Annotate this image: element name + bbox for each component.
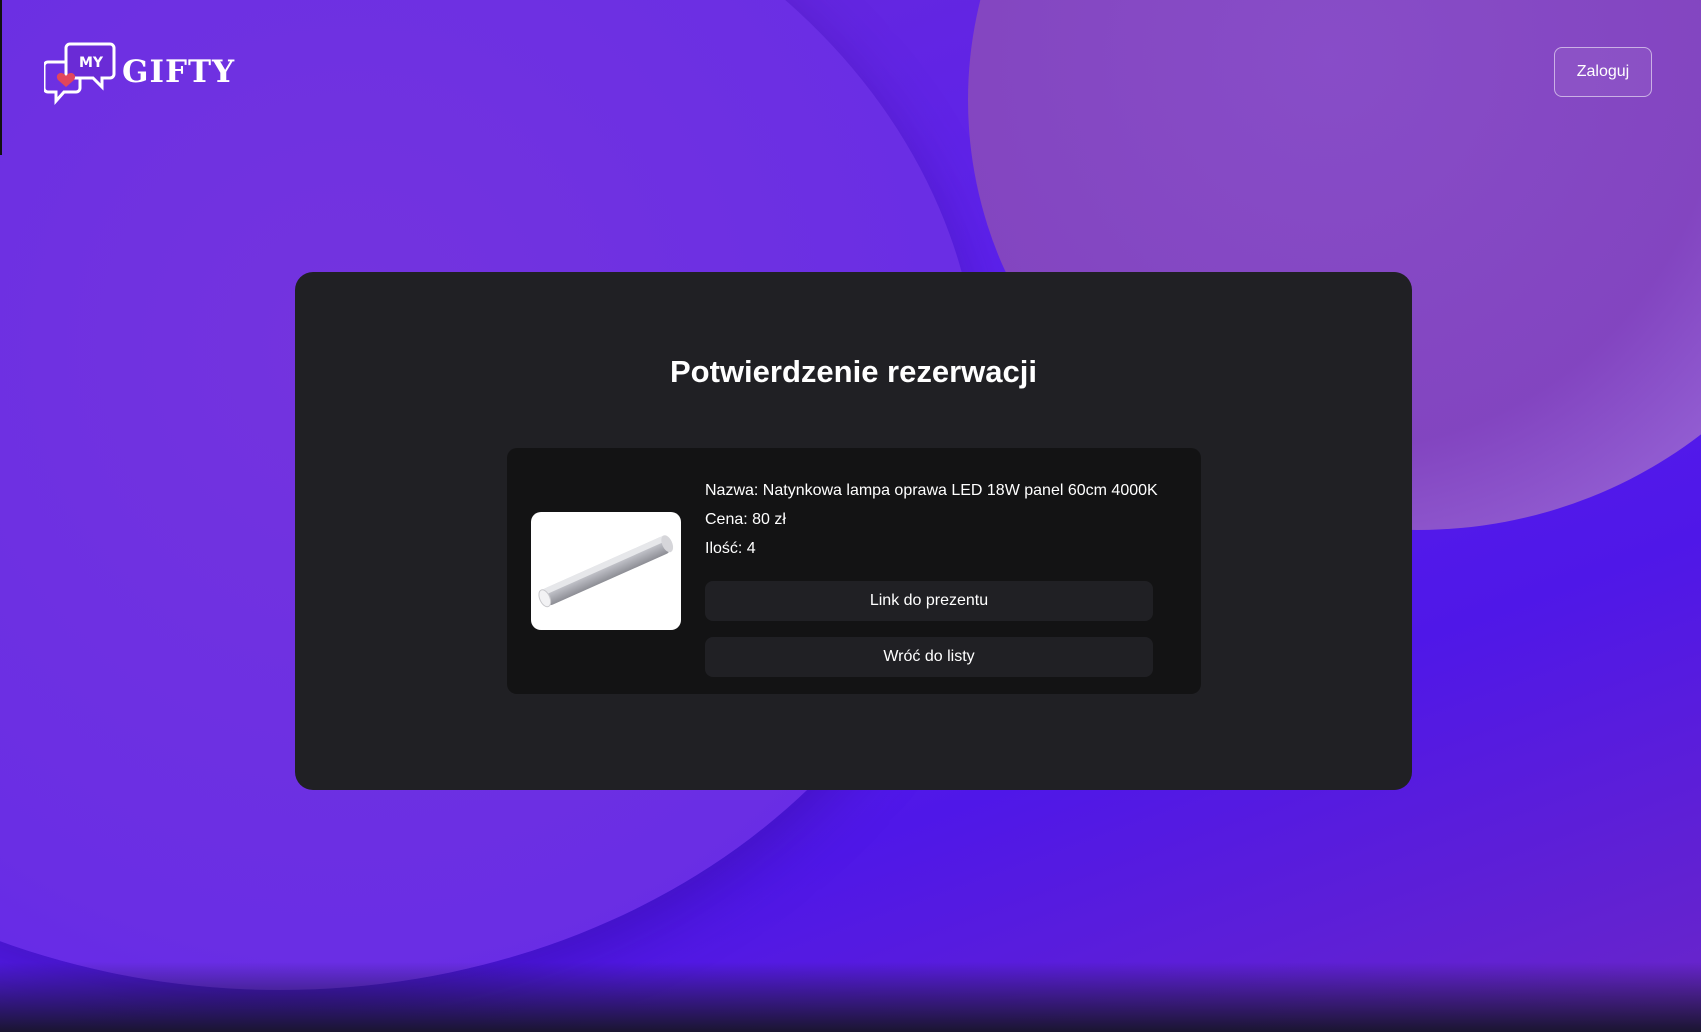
item-price: Cena: 80 zł [705, 511, 786, 528]
logo-badge: MY [79, 55, 104, 71]
bottom-shadow [0, 962, 1701, 1032]
reserved-item: Nazwa: Natynkowa lampa oprawa LED 18W pa… [507, 448, 1201, 694]
led-lamp-image [531, 512, 681, 630]
page-title: Potwierdzenie rezerwacji [670, 354, 1037, 389]
chat-bubbles-logo-icon: MY [44, 42, 116, 105]
item-details: Nazwa: Natynkowa lampa oprawa LED 18W pa… [705, 476, 1158, 677]
login-button[interactable]: Zaloguj [1554, 47, 1652, 97]
item-name: Nazwa: Natynkowa lampa oprawa LED 18W pa… [705, 482, 1158, 499]
gift-link-button[interactable]: Link do prezentu [705, 581, 1153, 621]
logo-text: GIFTY [122, 54, 236, 90]
window-edge [0, 0, 2, 155]
reservation-card: Potwierdzenie rezerwacji Nazwa: Natynkow… [295, 272, 1412, 790]
site-logo[interactable]: MY GIFTY [44, 40, 235, 112]
item-quantity: Ilość: 4 [705, 540, 756, 557]
page: MY GIFTY Zaloguj Potwierdzenie rezerwacj… [0, 0, 1701, 1032]
back-to-list-button[interactable]: Wróć do listy [705, 637, 1153, 677]
